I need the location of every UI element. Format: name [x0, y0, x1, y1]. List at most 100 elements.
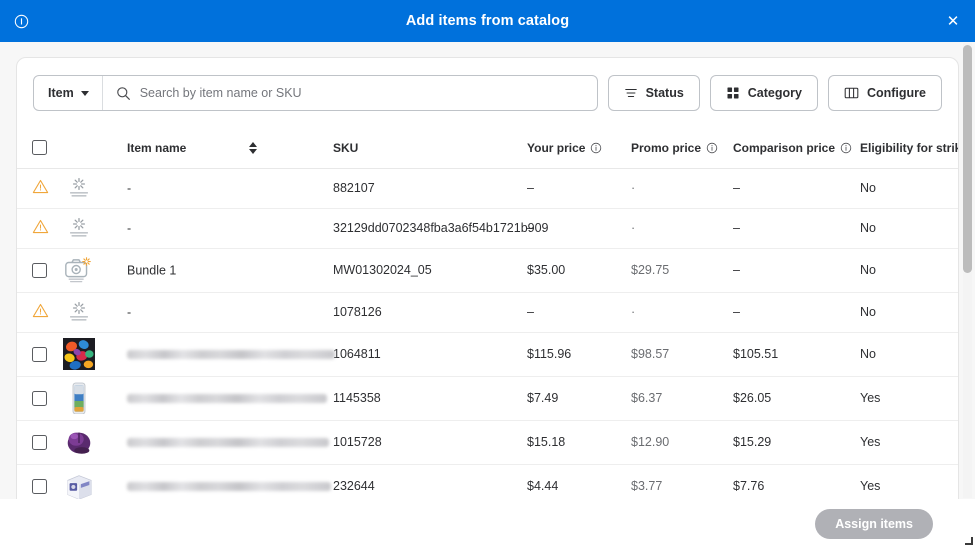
no-image-placeholder-icon — [63, 173, 95, 203]
row-comparison-price-cell: – — [733, 292, 860, 332]
table-row[interactable]: -32129dd0702348fba3a6f54b1721b909–·–No — [17, 208, 959, 248]
item-thumbnail — [63, 382, 95, 414]
row-eligibility-cell: No — [860, 208, 959, 248]
image-header — [63, 128, 115, 168]
row-thumbnail-cell — [63, 168, 115, 208]
close-icon[interactable]: ✕ — [943, 11, 963, 31]
row-select-checkbox[interactable] — [32, 263, 47, 278]
item-name-redacted — [127, 482, 331, 491]
product-thumbnail-icon — [71, 382, 87, 414]
select-all-checkbox[interactable] — [32, 140, 47, 155]
row-comparison-price-cell: $15.29 — [733, 420, 860, 464]
warning-triangle-icon — [32, 303, 49, 318]
table-row[interactable]: -1078126–·–No — [17, 292, 959, 332]
item-thumbnail — [63, 426, 95, 458]
search-input[interactable] — [140, 76, 587, 110]
row-selector-cell — [17, 332, 63, 376]
item-thumbnail — [63, 470, 95, 502]
row-thumbnail-cell — [63, 376, 115, 420]
table-row[interactable]: -882107–·–No — [17, 168, 959, 208]
row-sku-cell: 1015728 — [333, 420, 527, 464]
table-row[interactable]: Bundle 1MW01302024_05$35.00$29.75–No — [17, 248, 959, 292]
row-item-name-cell: Bundle 1 — [115, 248, 333, 292]
row-promo-price-cell: $29.75 — [631, 248, 733, 292]
modal-title-bar: Add items from catalog ✕ — [0, 0, 975, 42]
items-table-head: Item name SKU Your price — [17, 128, 959, 168]
sku-header: SKU — [333, 128, 527, 168]
row-eligibility-cell: No — [860, 248, 959, 292]
row-thumbnail-cell — [63, 248, 115, 292]
items-table-scroll-area[interactable]: Item name SKU Your price — [17, 128, 959, 512]
row-promo-price-cell: · — [631, 168, 733, 208]
row-select-checkbox[interactable] — [32, 479, 47, 494]
row-sku-cell: 32129dd0702348fba3a6f54b1721b909 — [333, 208, 527, 248]
item-name-redacted — [127, 438, 329, 447]
row-eligibility-cell: Yes — [860, 420, 959, 464]
camera-placeholder-icon — [63, 255, 95, 286]
search-icon — [116, 86, 131, 101]
row-selector-cell — [17, 292, 63, 332]
product-thumbnail-icon — [63, 471, 95, 501]
filter-lines-icon — [624, 86, 638, 100]
eligibility-header: Eligibility for strike — [860, 128, 959, 168]
row-your-price-cell: $15.18 — [527, 420, 631, 464]
chevron-down-icon — [81, 91, 89, 96]
promo-price-header: Promo price — [631, 128, 733, 168]
product-thumbnail-icon — [63, 338, 95, 370]
row-comparison-price-cell: $105.51 — [733, 332, 860, 376]
item-name-text: Bundle 1 — [127, 263, 176, 277]
row-select-checkbox[interactable] — [32, 435, 47, 450]
info-circle-icon[interactable] — [706, 142, 718, 154]
item-name-redacted — [127, 394, 327, 403]
info-circle-icon[interactable] — [590, 142, 602, 154]
row-your-price-cell: $35.00 — [527, 248, 631, 292]
items-table-body: -882107–·–No - 32129dd0702348fba3a6f54b172… — [17, 168, 959, 508]
sort-item-name-button[interactable] — [249, 142, 257, 154]
row-selector-cell — [17, 168, 63, 208]
item-name-header-label: Item name — [127, 141, 186, 155]
warning-triangle-icon — [32, 179, 49, 194]
toolbar: Item — [17, 58, 958, 111]
table-row[interactable]: 1145358$7.49$6.37$26.05Yes — [17, 376, 959, 420]
row-selector-cell — [17, 420, 63, 464]
status-filter-button[interactable]: Status — [608, 75, 700, 111]
category-filter-button[interactable]: Category — [710, 75, 818, 111]
row-selector-cell — [17, 248, 63, 292]
sort-descending-icon — [249, 149, 257, 154]
resize-corner-indicator — [965, 537, 973, 545]
table-row[interactable]: 1015728$15.18$12.90$15.29Yes — [17, 420, 959, 464]
table-header-row: Item name SKU Your price — [17, 128, 959, 168]
row-selector-cell — [17, 208, 63, 248]
configure-columns-button[interactable]: Configure — [828, 75, 942, 111]
row-item-name-cell — [115, 420, 333, 464]
comparison-price-header-label: Comparison price — [733, 141, 835, 155]
your-price-header: Your price — [527, 128, 631, 168]
vertical-scrollbar-track[interactable] — [963, 43, 972, 498]
item-name-text: - — [127, 221, 131, 235]
info-circle-icon[interactable] — [840, 142, 852, 154]
item-thumbnail — [63, 212, 95, 244]
row-eligibility-cell: Yes — [860, 376, 959, 420]
configure-columns-label: Configure — [867, 86, 926, 100]
status-filter-label: Status — [646, 86, 684, 100]
no-image-placeholder-icon — [63, 297, 95, 327]
row-your-price-cell: $7.49 — [527, 376, 631, 420]
row-warning-indicator — [32, 183, 49, 197]
item-type-dropdown[interactable]: Item — [34, 76, 103, 110]
columns-icon — [844, 86, 859, 100]
page-title: Add items from catalog — [406, 13, 569, 29]
row-comparison-price-cell: – — [733, 208, 860, 248]
catalog-card: Item — [16, 57, 959, 512]
row-comparison-price-cell: $26.05 — [733, 376, 860, 420]
row-sku-cell: 882107 — [333, 168, 527, 208]
item-thumbnail — [63, 254, 95, 286]
row-select-checkbox[interactable] — [32, 347, 47, 362]
item-type-dropdown-label: Item — [48, 86, 74, 100]
table-row[interactable]: 1064811$115.96$98.57$105.51No — [17, 332, 959, 376]
info-circle-icon[interactable] — [10, 10, 32, 32]
row-select-checkbox[interactable] — [32, 391, 47, 406]
assign-items-button[interactable]: Assign items — [815, 509, 933, 539]
row-your-price-cell: – — [527, 168, 631, 208]
vertical-scrollbar-thumb[interactable] — [963, 45, 972, 273]
row-your-price-cell: – — [527, 292, 631, 332]
